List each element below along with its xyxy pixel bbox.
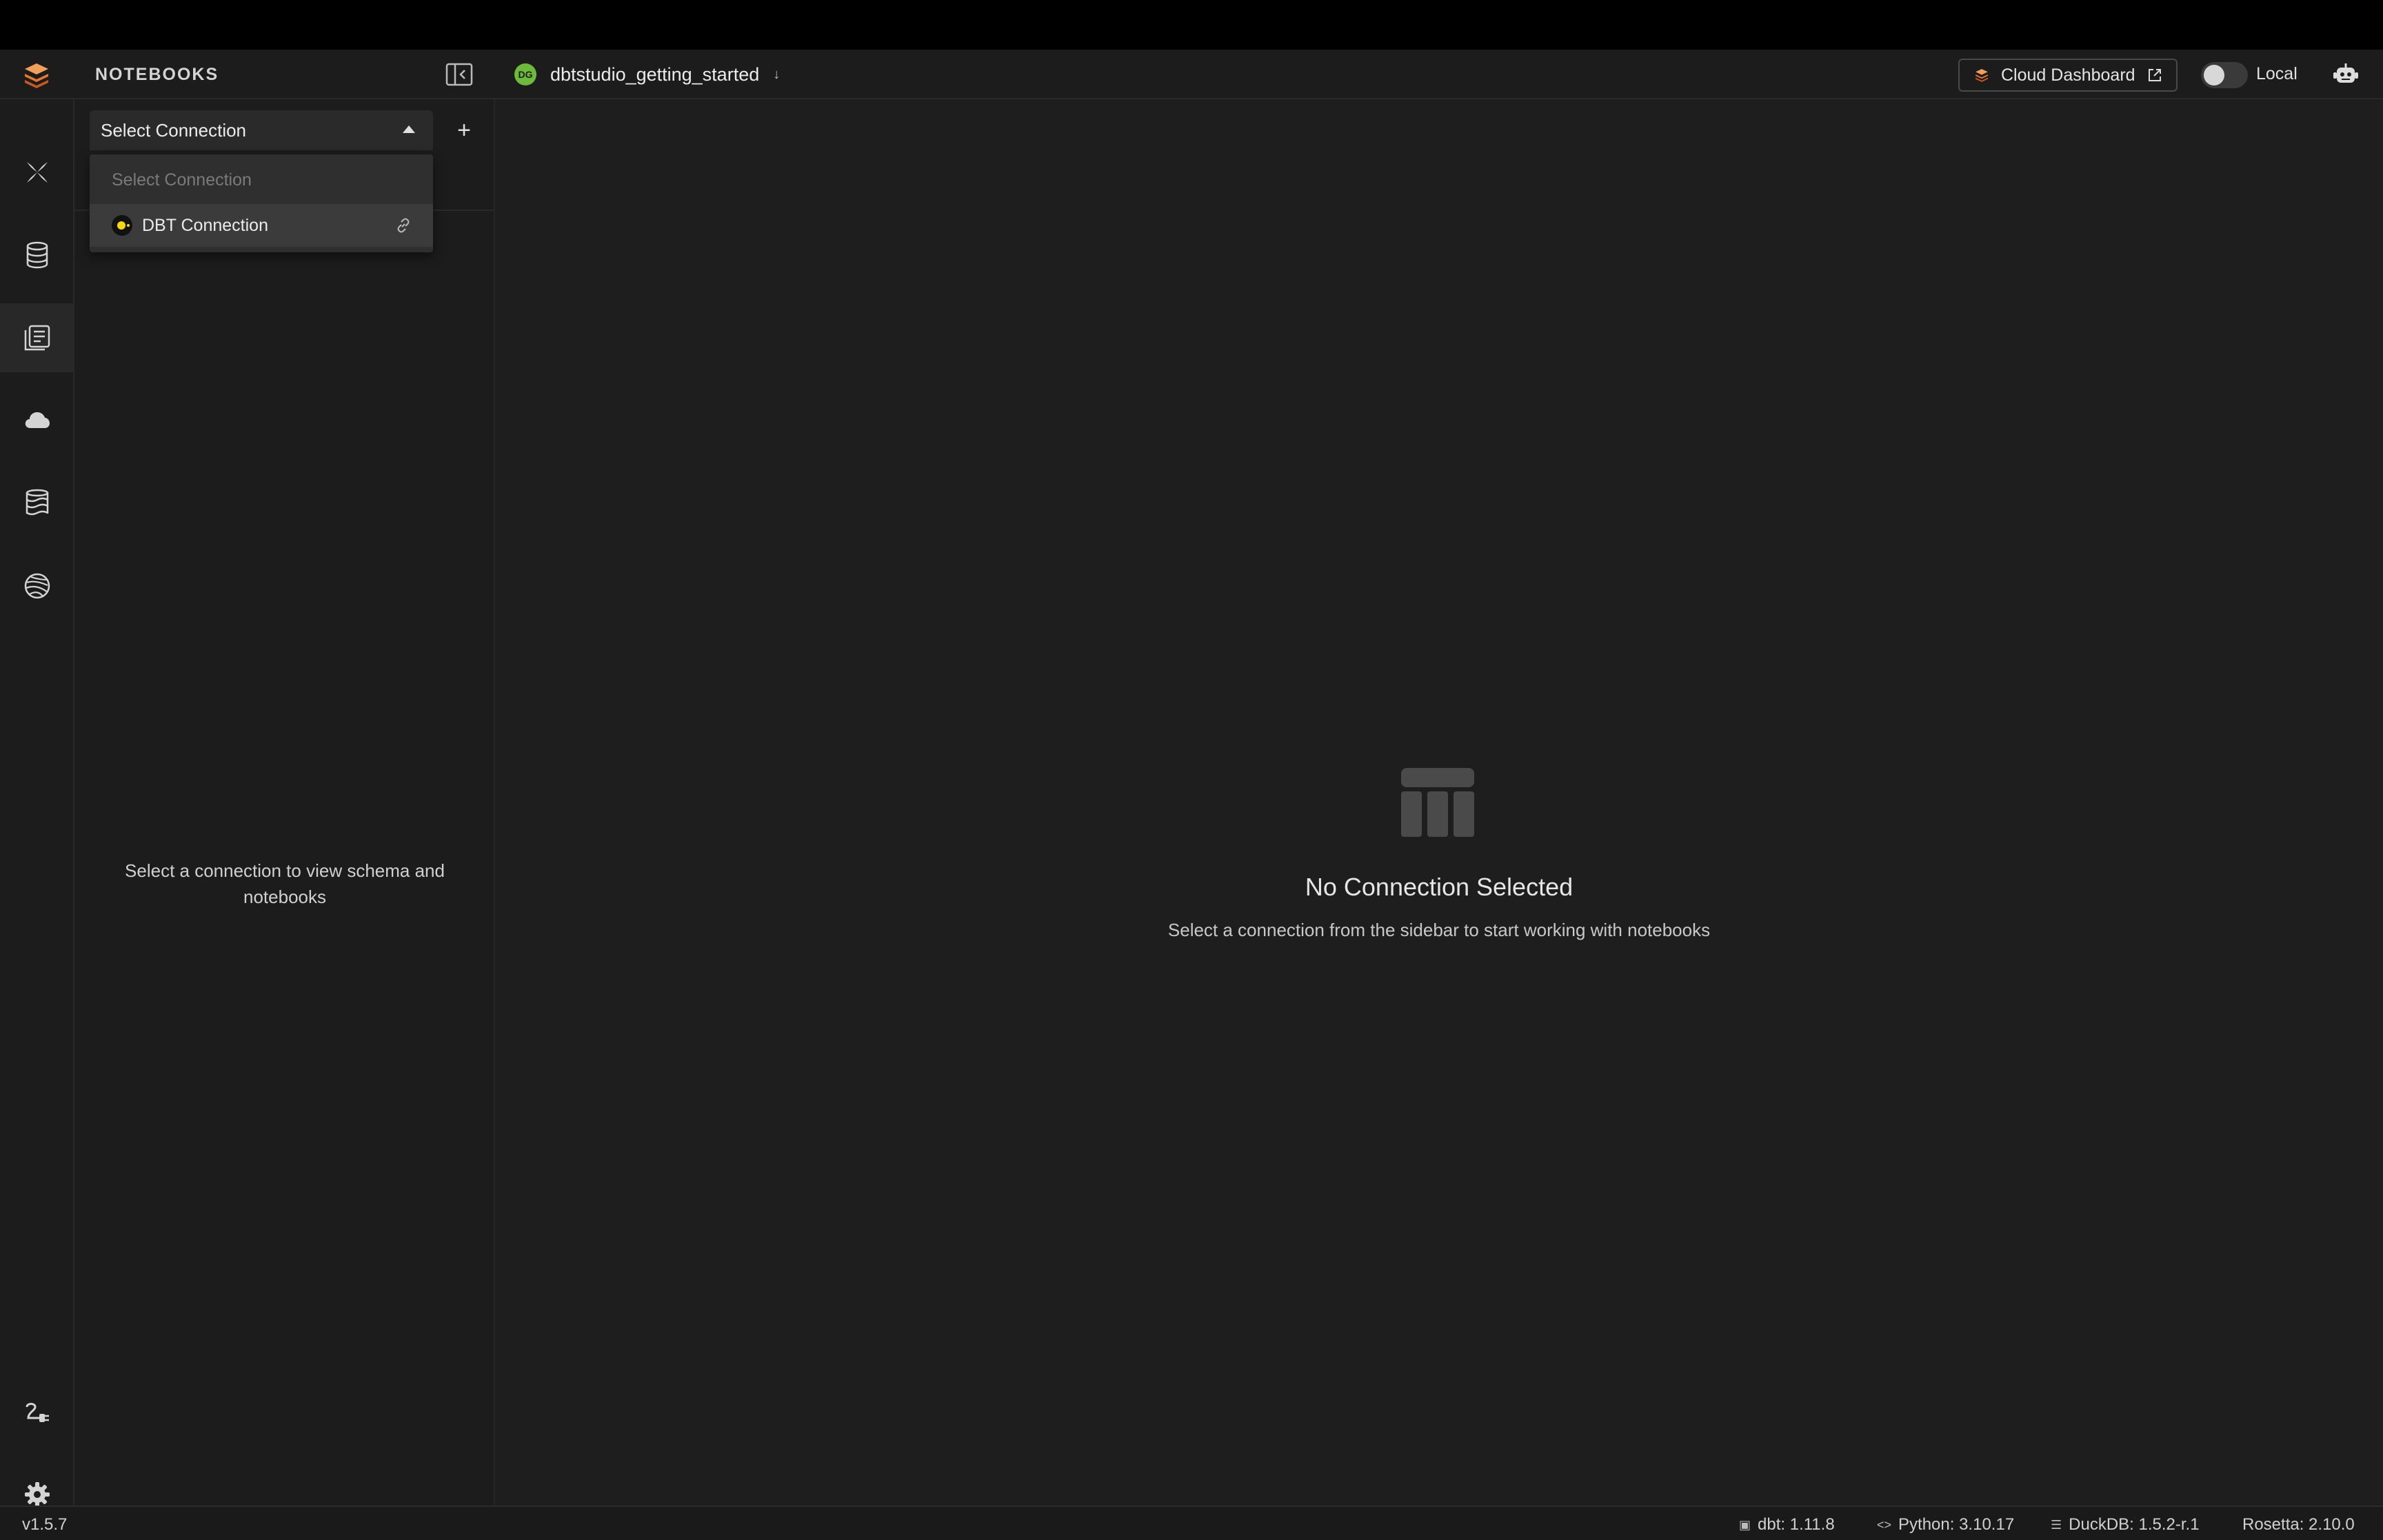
mode-label: Local [2256,64,2297,83]
python-version: Python: 3.10.17 [1898,1515,2015,1534]
project-selector[interactable]: DG dbtstudio_getting_started ↓ [514,59,780,90]
notebooks-sidebar: Select Connection + Select Connection DB… [74,99,495,1506]
dbt-version: dbt: 1.11.8 [1758,1515,1835,1534]
cloud-icon [25,412,50,428]
status-duckdb: ☰ DuckDB: 1.5.2-r.1 [2051,1515,2200,1534]
local-mode-toggle[interactable] [2201,62,2248,88]
rail-item-cloud[interactable] [0,386,74,455]
window-top-bar [0,0,2383,50]
rail-item-data-lake[interactable] [0,469,74,538]
rail-item-plugins[interactable] [0,1379,74,1448]
add-connection-button[interactable]: + [447,110,481,150]
status-rosetta: Rosetta: 2.10.0 [2242,1515,2355,1534]
table-icon [1401,768,1474,837]
chevron-down-icon: ↓ [773,66,781,82]
main-content: No Connection Selected Select a connecti… [495,99,2383,1506]
caret-up-icon [403,125,415,133]
rosetta-version: Rosetta: 2.10.0 [2242,1515,2355,1534]
status-dbt: ▣ dbt: 1.11.8 [1739,1515,1835,1534]
modeling-icon [27,162,48,183]
collapse-sidebar-icon[interactable] [444,61,474,88]
dropdown-option-label: DBT Connection [142,215,268,235]
cloud-dashboard-logo-icon [1975,69,1988,82]
rail-item-database[interactable] [0,221,74,290]
connection-select-value: Select Connection [101,119,247,141]
status-bar: v1.5.7 ▣ dbt: 1.11.8 <> Python: 3.10.17 … [0,1506,2383,1540]
status-python: <> Python: 3.10.17 [1877,1515,2014,1534]
globe-icon [24,573,50,599]
app-header: NOTEBOOKS DG dbtstudio_getting_started ↓… [0,50,2383,99]
cloud-dashboard-button[interactable]: Cloud Dashboard [1958,59,2178,92]
plugins-icon [26,1403,49,1422]
ai-assistant-icon[interactable] [2332,61,2360,88]
external-link-icon [2148,69,2161,81]
duckdb-version: DuckDB: 1.5.2-r.1 [2069,1515,2200,1534]
dbt-connection-icon [112,215,132,236]
empty-state-title: No Connection Selected [1305,873,1573,901]
section-title: NOTEBOOKS [95,65,219,84]
cloud-dashboard-label: Cloud Dashboard [2001,65,2135,85]
project-avatar: DG [514,63,536,85]
link-icon [397,218,410,233]
app-logo-icon[interactable] [21,61,52,90]
rail-item-notebooks[interactable] [0,303,74,372]
code-icon: <> [1877,1517,1892,1532]
sidebar-empty-message: Select a connection to view schema and n… [125,860,445,907]
dropdown-placeholder-option: Select Connection [112,170,252,190]
toggle-knob [2204,65,2224,85]
database-icon [26,241,48,269]
notebooks-icon [24,325,50,351]
connection-select[interactable]: Select Connection [90,110,433,150]
rail-item-modeling[interactable] [0,138,74,207]
dropdown-option-dbt-connection[interactable]: DBT Connection [90,204,433,247]
list-icon: ☰ [2051,1517,2062,1532]
empty-state-subtitle: Select a connection from the sidebar to … [1167,920,1711,940]
data-lake-icon [26,489,49,516]
app-window: NOTEBOOKS DG dbtstudio_getting_started ↓… [0,50,2383,1540]
activity-rail [0,99,74,1507]
project-name: dbtstudio_getting_started [550,63,760,85]
connection-dropdown: Select Connection DBT Connection [90,154,433,252]
rail-item-globe[interactable] [0,551,74,620]
terminal-icon: ▣ [1739,1517,1751,1532]
app-version: v1.5.7 [22,1515,68,1534]
